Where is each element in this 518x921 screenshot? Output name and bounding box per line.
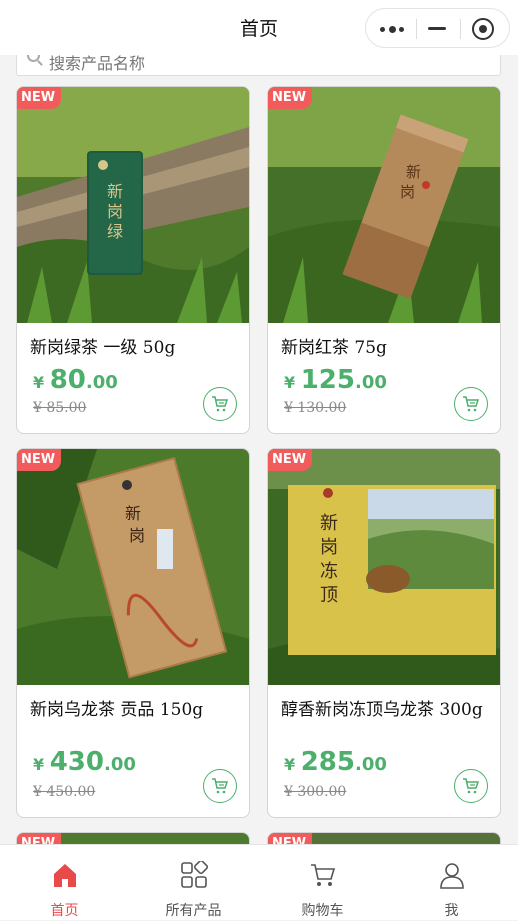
- new-badge: NEW: [17, 449, 62, 471]
- navigation-bar: 首页: [0, 0, 518, 55]
- product-image: 新 岗: [17, 449, 249, 685]
- svg-text:岗: 岗: [107, 202, 123, 221]
- original-price: ¥ 130.00: [284, 400, 347, 416]
- add-to-cart-button[interactable]: [454, 769, 488, 803]
- add-to-cart-button[interactable]: [203, 387, 237, 421]
- svg-text:岗: 岗: [320, 537, 338, 558]
- tab-cart[interactable]: 购物车: [258, 845, 387, 921]
- svg-text:岗: 岗: [400, 183, 415, 201]
- svg-text:新: 新: [320, 513, 338, 534]
- product-name: 新岗乌龙茶 贡品 150g: [30, 700, 204, 720]
- user-icon: [439, 863, 464, 889]
- mini-program-capsule: [365, 8, 510, 48]
- cart-icon: [212, 396, 229, 412]
- product-card[interactable]: 新 岗 冻 顶 NEW 醇香新岗冻顶乌龙茶 300g ¥ 285.00 ¥ 30…: [267, 448, 501, 818]
- cart-icon: [463, 396, 480, 412]
- svg-text:新: 新: [107, 182, 123, 201]
- tab-all-products[interactable]: 所有产品: [129, 845, 258, 921]
- add-to-cart-button[interactable]: [203, 769, 237, 803]
- product-card[interactable]: 新 岗 NEW 新岗红茶 75g ¥ 125.00 ¥ 130.00: [267, 86, 501, 434]
- product-name: 新岗绿茶 一级 50g: [30, 338, 176, 358]
- more-icon[interactable]: [380, 25, 404, 33]
- product-card[interactable]: 新 岗 NEW 新岗乌龙茶 贡品 150g ¥ 430.00 ¥ 450.00: [16, 448, 250, 818]
- tab-home[interactable]: 首页: [0, 845, 129, 921]
- svg-text:顶: 顶: [320, 585, 338, 606]
- product-image: 新 岗 绿: [17, 87, 249, 323]
- product-image: 新 岗: [268, 87, 500, 323]
- svg-text:岗: 岗: [129, 526, 145, 545]
- home-icon: [53, 864, 76, 887]
- add-to-cart-button[interactable]: [454, 387, 488, 421]
- product-price: ¥ 430.00: [33, 747, 136, 777]
- original-price: ¥ 300.00: [284, 784, 347, 800]
- tab-label: 我: [444, 903, 459, 919]
- product-price: ¥ 125.00: [284, 365, 387, 395]
- cart-icon: [310, 864, 335, 886]
- original-price: ¥ 450.00: [33, 784, 96, 800]
- cart-icon: [212, 778, 229, 794]
- product-price: ¥ 285.00: [284, 747, 387, 777]
- tab-bar: 首页 所有产品 购物车 我: [0, 844, 518, 920]
- svg-text:新: 新: [406, 163, 421, 181]
- new-badge: NEW: [268, 449, 313, 471]
- new-badge: NEW: [268, 87, 313, 109]
- tab-label: 购物车: [301, 903, 344, 919]
- tab-label: 所有产品: [165, 903, 222, 919]
- product-name: 醇香新岗冻顶乌龙茶 300g: [281, 700, 483, 720]
- minimize-icon[interactable]: [428, 27, 446, 30]
- product-card[interactable]: 新 岗 绿 NEW 新岗绿茶 一级 50g ¥ 80.00 ¥ 85.00: [16, 86, 250, 434]
- original-price: ¥ 85.00: [33, 400, 87, 416]
- tab-me[interactable]: 我: [387, 845, 516, 921]
- product-name: 新岗红茶 75g: [281, 338, 387, 358]
- product-price: ¥ 80.00: [33, 365, 118, 395]
- new-badge: NEW: [17, 87, 62, 109]
- product-image: 新 岗 冻 顶: [268, 449, 500, 685]
- grid-icon: [180, 861, 208, 888]
- svg-text:绿: 绿: [107, 222, 123, 241]
- svg-text:冻: 冻: [320, 561, 338, 582]
- svg-text:新: 新: [125, 504, 141, 523]
- close-mini-program-icon[interactable]: [472, 18, 494, 40]
- tab-label: 首页: [50, 903, 79, 919]
- cart-icon: [463, 778, 480, 794]
